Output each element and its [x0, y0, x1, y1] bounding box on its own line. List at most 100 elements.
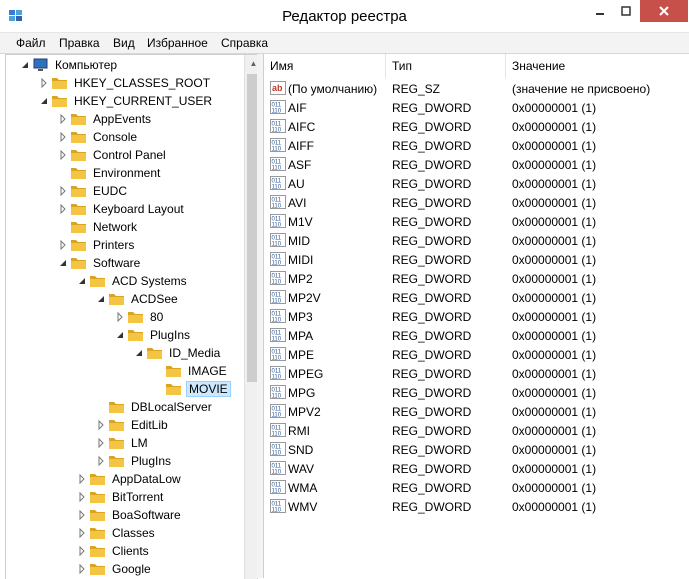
- expanded-arrow-icon[interactable]: [20, 60, 30, 70]
- value-row[interactable]: 011 110 AIF REG_DWORD 0x00000001 (1): [264, 98, 689, 117]
- collapsed-arrow-icon[interactable]: [115, 312, 125, 322]
- registry-values-pane[interactable]: Имя Тип Значение ab (По умолчанию) REG_SZ (…: [263, 54, 689, 578]
- tree-node[interactable]: HKEY_CURRENT_USER: [39, 92, 214, 110]
- expanded-arrow-icon[interactable]: [115, 330, 125, 340]
- menu-file[interactable]: Файл: [16, 36, 46, 50]
- tree-node[interactable]: DBLocalServer: [96, 398, 214, 416]
- tree-node-label[interactable]: BitTorrent: [110, 489, 165, 505]
- value-row[interactable]: 011 110 MPA REG_DWORD 0x00000001 (1): [264, 326, 689, 345]
- tree-expander[interactable]: [77, 528, 87, 538]
- tree-node-label[interactable]: BoaSoftware: [110, 507, 183, 523]
- tree-expander[interactable]: [96, 438, 106, 448]
- minimize-button[interactable]: [586, 0, 614, 22]
- tree-node-label[interactable]: Network: [91, 219, 139, 235]
- registry-tree-pane[interactable]: Компьютер HKEY_CLASSES_ROOT HKEY_CURRENT_U…: [5, 54, 258, 579]
- tree-expander[interactable]: [58, 150, 68, 160]
- close-button[interactable]: [640, 0, 688, 22]
- tree-expander[interactable]: [58, 186, 68, 196]
- value-row[interactable]: 011 110 AU REG_DWORD 0x00000001 (1): [264, 174, 689, 193]
- value-row[interactable]: 011 110 ASF REG_DWORD 0x00000001 (1): [264, 155, 689, 174]
- tree-node[interactable]: Printers: [58, 236, 136, 254]
- tree-node[interactable]: Network: [58, 218, 139, 236]
- tree-expander[interactable]: [115, 312, 125, 322]
- collapsed-arrow-icon[interactable]: [58, 240, 68, 250]
- tree-node[interactable]: ID_Media: [134, 344, 222, 362]
- tree-node[interactable]: EditLib: [96, 416, 170, 434]
- tree-expander[interactable]: [77, 546, 87, 556]
- tree-node[interactable]: BitTorrent: [77, 488, 165, 506]
- collapsed-arrow-icon[interactable]: [77, 546, 87, 556]
- value-row[interactable]: 011 110 MIDI REG_DWORD 0x00000001 (1): [264, 250, 689, 269]
- value-row[interactable]: 011 110 MP2 REG_DWORD 0x00000001 (1): [264, 269, 689, 288]
- tree-node[interactable]: LM: [96, 434, 150, 452]
- tree-node[interactable]: Clients: [77, 542, 151, 560]
- collapsed-arrow-icon[interactable]: [58, 150, 68, 160]
- maximize-button[interactable]: [612, 0, 640, 22]
- collapsed-arrow-icon[interactable]: [77, 510, 87, 520]
- value-row[interactable]: 011 110 MPE REG_DWORD 0x00000001 (1): [264, 345, 689, 364]
- value-row[interactable]: 011 110 MPEG REG_DWORD 0x00000001 (1): [264, 364, 689, 383]
- tree-node[interactable]: ACD Systems: [77, 272, 189, 290]
- value-row[interactable]: 011 110 AIFC REG_DWORD 0x00000001 (1): [264, 117, 689, 136]
- tree-node-label[interactable]: Software: [91, 255, 142, 271]
- tree-node-label[interactable]: Console: [91, 129, 139, 145]
- tree-expander[interactable]: [58, 204, 68, 214]
- tree-expander[interactable]: [115, 330, 125, 340]
- menu-view[interactable]: Вид: [113, 36, 135, 50]
- tree-node[interactable]: ACDSee: [96, 290, 180, 308]
- tree-node-label[interactable]: HKEY_CLASSES_ROOT: [72, 75, 212, 91]
- tree-node[interactable]: Environment: [58, 164, 162, 182]
- collapsed-arrow-icon[interactable]: [96, 456, 106, 466]
- expanded-arrow-icon[interactable]: [58, 258, 68, 268]
- tree-node-label[interactable]: Environment: [91, 165, 162, 181]
- tree-node[interactable]: Control Panel: [58, 146, 168, 164]
- tree-node[interactable]: MOVIE: [153, 380, 231, 398]
- tree-expander[interactable]: [20, 60, 30, 70]
- tree-expander[interactable]: [39, 96, 49, 106]
- tree-node[interactable]: AppEvents: [58, 110, 153, 128]
- value-row[interactable]: 011 110 SND REG_DWORD 0x00000001 (1): [264, 440, 689, 459]
- tree-node-label[interactable]: AppEvents: [91, 111, 153, 127]
- tree-node-label[interactable]: Keyboard Layout: [91, 201, 186, 217]
- value-row[interactable]: 011 110 MP3 REG_DWORD 0x00000001 (1): [264, 307, 689, 326]
- tree-node-label[interactable]: ACDSee: [129, 291, 180, 307]
- tree-node-label[interactable]: 80: [148, 309, 165, 325]
- collapsed-arrow-icon[interactable]: [58, 186, 68, 196]
- tree-node[interactable]: HKEY_CLASSES_ROOT: [39, 74, 212, 92]
- tree-expander[interactable]: [77, 276, 87, 286]
- tree-node-label[interactable]: Clients: [110, 543, 151, 559]
- collapsed-arrow-icon[interactable]: [58, 204, 68, 214]
- column-header-type[interactable]: Тип: [386, 54, 506, 78]
- collapsed-arrow-icon[interactable]: [77, 492, 87, 502]
- value-row[interactable]: 011 110 MPV2 REG_DWORD 0x00000001 (1): [264, 402, 689, 421]
- expanded-arrow-icon[interactable]: [96, 294, 106, 304]
- value-row[interactable]: 011 110 WAV REG_DWORD 0x00000001 (1): [264, 459, 689, 478]
- tree-node-label[interactable]: ID_Media: [167, 345, 222, 361]
- tree-expander[interactable]: [58, 114, 68, 124]
- tree-node[interactable]: BoaSoftware: [77, 506, 183, 524]
- tree-expander[interactable]: [77, 510, 87, 520]
- value-row[interactable]: 011 110 MP2V REG_DWORD 0x00000001 (1): [264, 288, 689, 307]
- tree-node[interactable]: Компьютер: [20, 56, 119, 74]
- tree-node[interactable]: 80: [115, 308, 165, 326]
- value-row[interactable]: 011 110 MID REG_DWORD 0x00000001 (1): [264, 231, 689, 250]
- tree-expander[interactable]: [58, 132, 68, 142]
- value-row[interactable]: ab (По умолчанию) REG_SZ (значение не присв…: [264, 79, 689, 98]
- collapsed-arrow-icon[interactable]: [96, 438, 106, 448]
- tree-node-label[interactable]: Компьютер: [53, 57, 119, 73]
- tree-expander[interactable]: [77, 474, 87, 484]
- expanded-arrow-icon[interactable]: [134, 348, 144, 358]
- tree-node[interactable]: Keyboard Layout: [58, 200, 186, 218]
- tree-node-label[interactable]: EUDC: [91, 183, 129, 199]
- menu-favorites[interactable]: Избранное: [147, 36, 208, 50]
- collapsed-arrow-icon[interactable]: [39, 78, 49, 88]
- tree-node[interactable]: Google: [77, 560, 153, 578]
- column-header-value[interactable]: Значение: [506, 54, 689, 78]
- tree-expander[interactable]: [134, 348, 144, 358]
- value-row[interactable]: 011 110 AVI REG_DWORD 0x00000001 (1): [264, 193, 689, 212]
- value-row[interactable]: 011 110 MPG REG_DWORD 0x00000001 (1): [264, 383, 689, 402]
- tree-node[interactable]: Software: [58, 254, 142, 272]
- tree-node-label[interactable]: Printers: [91, 237, 136, 253]
- value-row[interactable]: 011 110 RMI REG_DWORD 0x00000001 (1): [264, 421, 689, 440]
- tree-node[interactable]: EUDC: [58, 182, 129, 200]
